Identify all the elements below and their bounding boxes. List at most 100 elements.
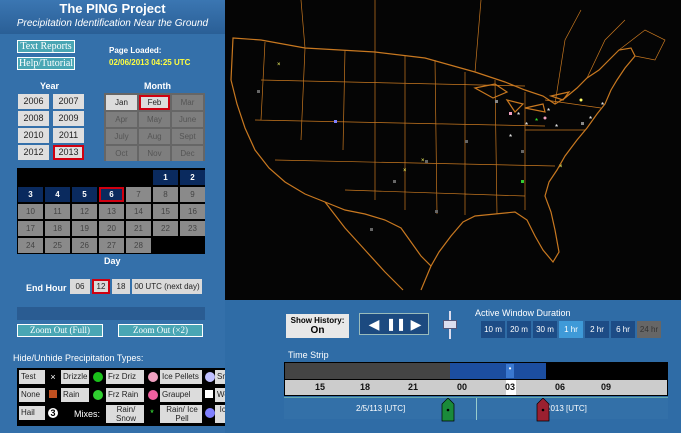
precipitation-map[interactable]: × × × × * * * * * * * * <box>225 0 681 300</box>
month-dec[interactable]: Dec <box>172 146 203 161</box>
year-2012[interactable]: 2012 <box>18 145 49 160</box>
window-6hr[interactable]: 6 hr <box>611 321 635 338</box>
month-apr[interactable]: Apr <box>106 112 137 127</box>
year-2008[interactable]: 2008 <box>18 111 49 126</box>
year-label: Year <box>40 81 60 91</box>
day-8[interactable]: 8 <box>153 187 178 202</box>
hour-tick-06: 06 <box>554 382 565 392</box>
day-1[interactable]: 1 <box>153 170 178 185</box>
year-2007[interactable]: 2007 <box>53 94 84 109</box>
legend-none[interactable]: None <box>19 388 45 402</box>
day-13[interactable]: 13 <box>99 204 124 219</box>
show-history-button[interactable]: Show History: On <box>286 314 349 338</box>
legend-frz-rain[interactable]: Frz Rain <box>106 388 144 402</box>
divider <box>17 307 205 320</box>
end-hour-3[interactable]: 00 UTC (next day) <box>132 279 202 294</box>
legend-frz-driz[interactable]: Frz Driz <box>106 370 144 384</box>
month-aug[interactable]: Aug <box>139 129 170 144</box>
year-2013[interactable]: 2013 <box>53 145 84 160</box>
day-7[interactable]: 7 <box>126 187 151 202</box>
legend-rain-ice-pell[interactable]: Rain/ Ice Pell <box>160 405 202 423</box>
state-lines <box>254 41 602 215</box>
day-5[interactable]: 5 <box>72 187 97 202</box>
year-2006[interactable]: 2006 <box>18 94 49 109</box>
day-6[interactable]: 6 <box>99 187 124 202</box>
help-tutorial-link[interactable]: Help/Tutorial <box>17 57 75 70</box>
day-16[interactable]: 16 <box>180 204 205 219</box>
month-feb[interactable]: Feb <box>139 95 170 110</box>
day-3[interactable]: 3 <box>18 187 43 202</box>
day-24[interactable]: 24 <box>18 238 43 253</box>
day-4[interactable]: 4 <box>45 187 70 202</box>
day-19[interactable]: 19 <box>72 221 97 236</box>
month-july[interactable]: July <box>106 129 137 144</box>
window-2hr[interactable]: 2 hr <box>585 321 609 338</box>
day-26[interactable]: 26 <box>72 238 97 253</box>
day-11[interactable]: 11 <box>45 204 70 219</box>
month-mar[interactable]: Mar <box>172 95 203 110</box>
day-15[interactable]: 15 <box>153 204 178 219</box>
report-markers: × × × × * * * * * * * * <box>257 62 604 231</box>
zoom-out-full-button[interactable]: Zoom Out (Full) <box>17 324 103 337</box>
legend-graupel[interactable]: Graupel <box>160 388 202 402</box>
month-oct[interactable]: Oct <box>106 146 137 161</box>
month-may[interactable]: May <box>139 112 170 127</box>
month-june[interactable]: June <box>172 112 203 127</box>
day-27[interactable]: 27 <box>99 238 124 253</box>
window-10m[interactable]: 10 m <box>481 321 505 338</box>
year-2010[interactable]: 2010 <box>18 128 49 143</box>
day-22[interactable]: 22 <box>153 221 178 236</box>
zoom-out-x2-button[interactable]: Zoom Out (×2) <box>118 324 203 337</box>
app-header: The PING Project Precipitation Identific… <box>0 0 225 34</box>
hour-tick-18: 18 <box>359 382 370 392</box>
legend-ice-pellets[interactable]: Ice Pellets <box>160 370 202 384</box>
legend-rain-snow[interactable]: Rain/ Snow <box>106 405 144 423</box>
legend-test[interactable]: Test <box>19 370 45 384</box>
time-strip[interactable]: • 15 18 21 00 03 06 09 <box>284 362 668 396</box>
playback-controls: ◀ ❚❚ ▶ <box>359 313 429 335</box>
day-label: Day <box>104 256 121 266</box>
end-time-pin-icon[interactable] <box>536 398 550 422</box>
legend-drizzle[interactable]: Drizzle <box>61 370 89 384</box>
window-1hr[interactable]: 1 hr <box>559 321 583 338</box>
step-back-icon[interactable]: ◀ <box>363 316 385 332</box>
month-jan[interactable]: Jan <box>106 95 137 110</box>
window-24hr[interactable]: 24 hr <box>637 321 661 338</box>
year-2011[interactable]: 2011 <box>53 128 84 143</box>
mexico-border <box>324 201 432 291</box>
x-icon: × <box>50 372 56 382</box>
day-23[interactable]: 23 <box>180 221 205 236</box>
day-10[interactable]: 10 <box>18 204 43 219</box>
day-25[interactable]: 25 <box>45 238 70 253</box>
month-sept[interactable]: Sept <box>172 129 203 144</box>
current-time-marker[interactable]: • <box>506 364 514 378</box>
time-strip-label: Time Strip <box>288 350 329 360</box>
window-20m[interactable]: 20 m <box>507 321 531 338</box>
day-9[interactable]: 9 <box>180 187 205 202</box>
step-forward-icon[interactable]: ▶ <box>406 316 426 332</box>
day-18[interactable]: 18 <box>45 221 70 236</box>
legend-hail[interactable]: Hail <box>19 406 45 420</box>
day-21[interactable]: 21 <box>126 221 151 236</box>
rain-icon <box>93 390 103 400</box>
day-28[interactable]: 28 <box>126 238 151 253</box>
text-reports-link[interactable]: Text Reports <box>17 40 75 53</box>
us-map-svg: × × × × * * * * * * * * <box>230 0 666 291</box>
day-2[interactable]: 2 <box>180 170 205 185</box>
speed-slider-handle[interactable] <box>443 320 457 329</box>
day-20[interactable]: 20 <box>99 221 124 236</box>
window-30m[interactable]: 30 m <box>533 321 557 338</box>
end-hour-0[interactable]: 06 <box>70 279 90 294</box>
day-17[interactable]: 17 <box>18 221 43 236</box>
month-nov[interactable]: Nov <box>139 146 170 161</box>
hour-tick-00: 00 <box>456 382 467 392</box>
legend-rain[interactable]: Rain <box>61 388 89 402</box>
day-12[interactable]: 12 <box>72 204 97 219</box>
end-hour-2[interactable]: 18 <box>112 279 130 294</box>
end-hour-1[interactable]: 12 <box>92 279 110 294</box>
year-2009[interactable]: 2009 <box>53 111 84 126</box>
ice-pellets-icon <box>148 372 158 382</box>
start-time-pin-icon[interactable] <box>441 398 455 422</box>
day-14[interactable]: 14 <box>126 204 151 219</box>
pause-icon[interactable]: ❚❚ <box>386 316 406 332</box>
